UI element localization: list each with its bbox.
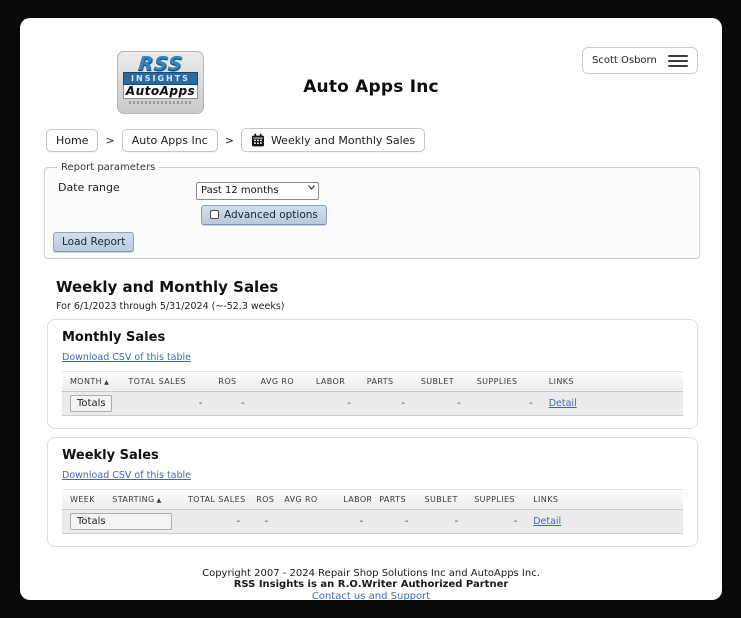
totals-label-cell: Totals <box>62 509 180 534</box>
totals-value-cell: - <box>210 391 253 416</box>
report-parameters-fieldset: Report parameters Date range Past 12 mon… <box>44 162 700 259</box>
totals-value-cell: - <box>307 391 359 416</box>
totals-value-cell <box>252 391 308 416</box>
breadcrumb-item-weekly-and-monthly-sales[interactable]: Weekly and Monthly Sales <box>240 128 426 152</box>
date-range-select[interactable]: Past 12 months <box>196 181 319 200</box>
column-header-parts[interactable]: PARTS <box>358 370 413 392</box>
date-range-select-wrap: Past 12 months <box>196 178 319 200</box>
column-header-starting[interactable]: STARTING ▲ <box>104 488 180 510</box>
column-header-month[interactable]: MONTH ▲ <box>62 370 121 392</box>
footer: Copyright 2007 - 2024 Repair Shop Soluti… <box>20 568 722 601</box>
column-header-avg-ro[interactable]: AVG RO <box>276 488 336 510</box>
weekly-sales-table: WEEK STARTING ▲ TOTAL SALES ROS AVG RO LABOR PA… <box>62 488 683 534</box>
totals-value-cell <box>276 509 336 534</box>
totals-label: Totals <box>70 394 113 412</box>
download-csv-link[interactable]: Download CSV of this table <box>62 352 191 363</box>
totals-value-cell: - <box>466 509 526 534</box>
breadcrumb-item-home[interactable]: Home <box>46 128 99 152</box>
totals-label-cell: Totals <box>62 391 121 416</box>
date-range-label: Date range <box>58 181 120 194</box>
column-header-labor[interactable]: LABOR <box>307 370 359 392</box>
column-header-supplies[interactable]: SUPPLIES <box>466 488 526 510</box>
monthly-sales-title: Monthly Sales <box>62 329 166 345</box>
column-header-links[interactable]: LINKS <box>525 488 683 510</box>
report-parameters-legend: Report parameters <box>61 162 156 173</box>
calendar-icon <box>251 133 265 147</box>
totals-value-cell: - <box>335 509 372 534</box>
column-header-links[interactable]: LINKS <box>540 370 683 392</box>
breadcrumb-separator: > <box>224 133 234 147</box>
advanced-options-checkbox[interactable] <box>210 210 219 219</box>
column-header-total-sales[interactable]: TOTAL SALES <box>179 488 249 510</box>
load-report-button[interactable]: Load Report <box>53 231 135 252</box>
page-title: Auto Apps Inc <box>303 77 439 97</box>
detail-link[interactable]: Detail <box>533 516 561 527</box>
advanced-options-button[interactable]: Advanced options <box>201 204 327 225</box>
column-header-supplies[interactable]: SUPPLIES <box>468 370 541 392</box>
detail-link[interactable]: Detail <box>549 398 577 409</box>
totals-value-cell: - <box>412 391 469 416</box>
totals-value-cell: - <box>358 391 413 416</box>
footer-partner-line: RSS Insights is an R.O.Writer Authorized… <box>233 579 509 590</box>
totals-row: Totals - - - - - - Detail <box>62 509 683 534</box>
breadcrumb-item-auto-apps-inc[interactable]: Auto Apps Inc <box>121 128 218 152</box>
column-header-sublet[interactable]: SUBLET <box>416 488 467 510</box>
logo-rss-text: RSS <box>137 53 184 75</box>
download-csv-link[interactable]: Download CSV of this table <box>62 470 191 481</box>
breadcrumb: Home > Auto Apps Inc > Weekly and Monthl… <box>46 127 722 153</box>
user-name: Scott Osborn <box>592 55 657 66</box>
weekly-sales-title: Weekly Sales <box>62 447 159 463</box>
user-menu-button[interactable]: Scott Osborn <box>582 47 698 74</box>
page-card: RSS INSIGHTS AutoApps Auto Apps Inc Scot… <box>20 18 722 600</box>
totals-value-cell: - <box>416 509 467 534</box>
totals-value-cell: - <box>371 509 417 534</box>
weekly-sales-panel: Weekly Sales Download CSV of this table … <box>47 436 698 547</box>
column-header-avg-ro[interactable]: AVG RO <box>252 370 308 392</box>
logo-tagline <box>129 101 192 104</box>
contact-support-link[interactable]: Contact us and Support <box>312 591 430 601</box>
breadcrumb-label: Weekly and Monthly Sales <box>270 133 416 147</box>
sort-ascending-icon: ▲ <box>156 496 162 504</box>
links-cell: Detail <box>525 509 683 534</box>
date-range-row: Date range Past 12 months <box>53 178 691 200</box>
breadcrumb-label: Home <box>56 133 89 147</box>
totals-value-cell: - <box>120 391 211 416</box>
column-header-total-sales[interactable]: TOTAL SALES <box>120 370 211 392</box>
table-header-row: WEEK STARTING ▲ TOTAL SALES ROS AVG RO LABOR PA… <box>62 488 683 510</box>
report-title: Weekly and Monthly Sales <box>56 277 279 296</box>
monthly-sales-panel: Monthly Sales Download CSV of this table… <box>47 318 698 429</box>
totals-value-cell: - <box>468 391 541 416</box>
sort-ascending-icon: ▲ <box>104 378 110 386</box>
column-header-labor[interactable]: LABOR <box>335 488 372 510</box>
column-header-ros[interactable]: ROS <box>248 488 277 510</box>
advanced-options-label: Advanced options <box>224 208 318 221</box>
table-header-row: MONTH ▲ TOTAL SALES ROS AVG RO LABOR PARTS SUBL… <box>62 370 683 392</box>
footer-copyright: Copyright 2007 - 2024 Repair Shop Soluti… <box>202 567 540 579</box>
monthly-sales-table: MONTH ▲ TOTAL SALES ROS AVG RO LABOR PARTS SUBL… <box>62 370 683 416</box>
breadcrumb-separator: > <box>105 133 115 147</box>
links-cell: Detail <box>540 391 683 416</box>
column-header-ros[interactable]: ROS <box>210 370 253 392</box>
hamburger-menu-icon[interactable] <box>668 54 688 67</box>
totals-value-cell: - <box>179 509 249 534</box>
breadcrumb-label: Auto Apps Inc <box>131 133 208 147</box>
report-subtitle: For 6/1/2023 through 5/31/2024 (~-52.3 w… <box>56 300 285 312</box>
totals-row: Totals - - - - - - Detail <box>62 391 683 416</box>
totals-value-cell: - <box>248 509 277 534</box>
column-header-week[interactable]: WEEK <box>62 488 105 510</box>
column-header-sublet[interactable]: SUBLET <box>412 370 469 392</box>
header: RSS INSIGHTS AutoApps Auto Apps Inc Scot… <box>20 18 722 127</box>
totals-label: Totals <box>70 512 172 530</box>
column-header-parts[interactable]: PARTS <box>371 488 417 510</box>
